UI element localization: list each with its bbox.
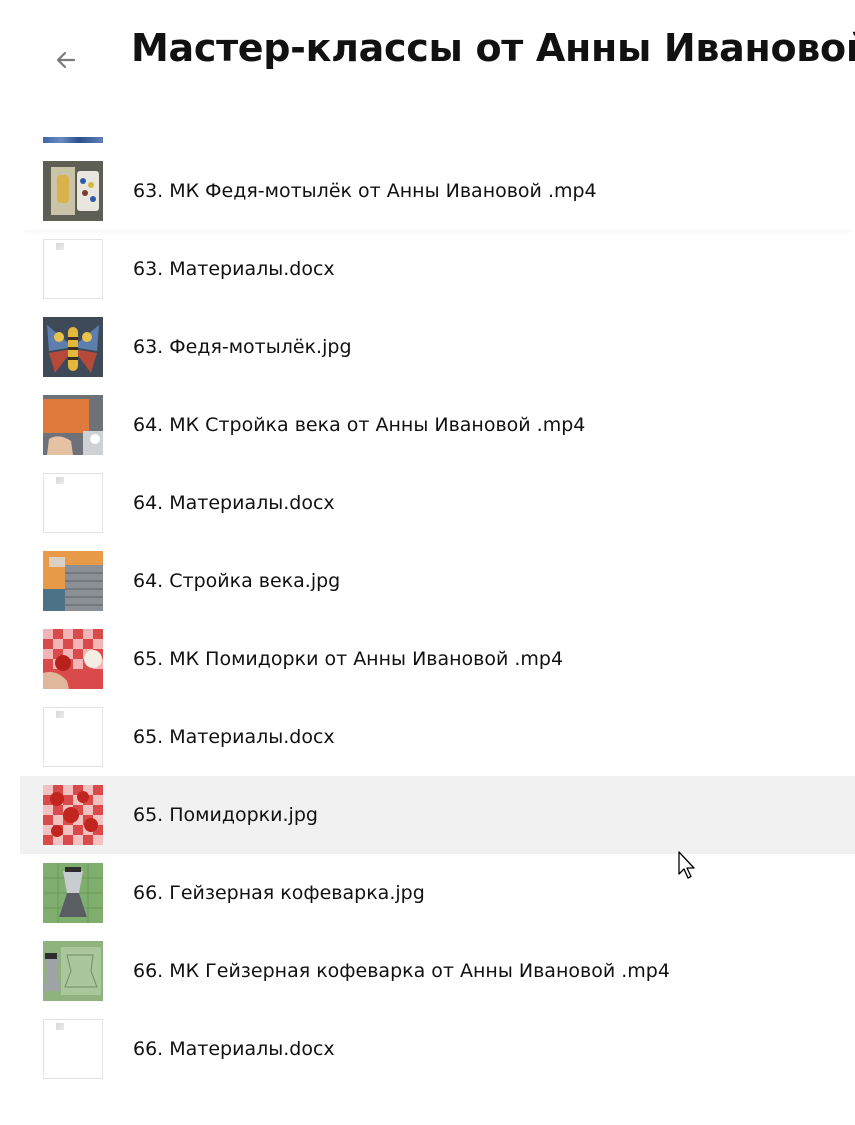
video-thumbnail	[43, 941, 103, 1001]
file-name: 63. Материалы.docx	[133, 258, 335, 280]
file-row[interactable]: 66. Гейзерная кофеварка.jpg	[20, 854, 855, 932]
back-button[interactable]	[46, 40, 86, 80]
file-name: 64. Стройка века.jpg	[133, 570, 341, 592]
file-thumbnail-partial	[43, 137, 103, 143]
video-thumbnail	[43, 161, 103, 221]
file-list: 63. МК Федя-мотылёк от Анны Ивановой .mp…	[0, 110, 855, 1125]
document-icon	[43, 707, 103, 767]
file-row[interactable]: 64. МК Стройка века от Анны Ивановой .mp…	[20, 386, 855, 464]
image-thumbnail	[43, 317, 103, 377]
file-row[interactable]: 65. Материалы.docx	[20, 698, 855, 776]
file-name: 66. Материалы.docx	[133, 1038, 335, 1060]
document-icon	[43, 239, 103, 299]
file-name: 65. МК Помидорки от Анны Ивановой .mp4	[133, 648, 564, 670]
page-title: Мастер-классы от Анны Ивановой	[131, 26, 855, 70]
file-name: 66. МК Гейзерная кофеварка от Анны Ивано…	[133, 960, 670, 982]
video-thumbnail	[43, 395, 103, 455]
file-name: 63. Федя-мотылёк.jpg	[133, 336, 352, 358]
file-row[interactable]: 66. Материалы.docx	[20, 1010, 855, 1088]
file-row[interactable]: 64. Материалы.docx	[20, 464, 855, 542]
page-header: Мастер-классы от Анны Ивановой	[0, 0, 855, 110]
file-row[interactable]: 63. Федя-мотылёк.jpg	[20, 308, 855, 386]
document-icon	[43, 1019, 103, 1079]
image-thumbnail	[43, 863, 103, 923]
file-name: 63. МК Федя-мотылёк от Анны Ивановой .mp…	[133, 180, 597, 202]
file-row[interactable]: 65. Помидорки.jpg	[20, 776, 855, 854]
file-name: 64. МК Стройка века от Анны Ивановой .mp…	[133, 414, 586, 436]
file-name: 66. Гейзерная кофеварка.jpg	[133, 882, 425, 904]
image-thumbnail	[43, 785, 103, 845]
file-row[interactable]: 65. МК Помидорки от Анны Ивановой .mp4	[20, 620, 855, 698]
file-name: 65. Помидорки.jpg	[133, 804, 318, 826]
file-name: 64. Материалы.docx	[133, 492, 335, 514]
document-icon	[43, 473, 103, 533]
arrow-left-icon	[56, 51, 76, 69]
file-row[interactable]: 63. Материалы.docx	[20, 230, 855, 308]
file-row[interactable]: 66. МК Гейзерная кофеварка от Анны Ивано…	[20, 932, 855, 1010]
file-row[interactable]: 63. МК Федя-мотылёк от Анны Ивановой .mp…	[20, 152, 855, 230]
image-thumbnail	[43, 551, 103, 611]
file-row[interactable]: 64. Стройка века.jpg	[20, 542, 855, 620]
video-thumbnail	[43, 629, 103, 689]
file-name: 65. Материалы.docx	[133, 726, 335, 748]
